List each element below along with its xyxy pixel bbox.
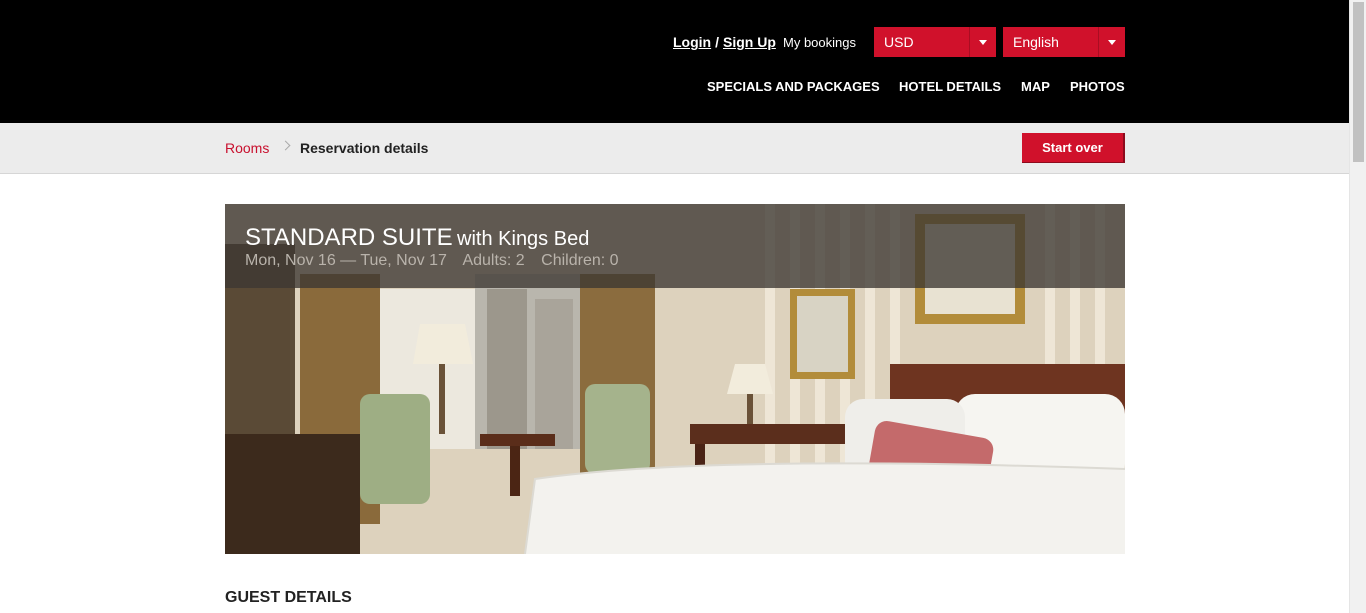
room-title: STANDARD SUITE with Kings Bed — [245, 224, 589, 252]
breadcrumb-current: Reservation details — [300, 140, 429, 156]
scrollbar-thumb[interactable] — [1353, 2, 1364, 162]
top-header: Login / Sign Up My bookings USD English SP… — [0, 0, 1349, 123]
nav-photos[interactable]: PHOTOS — [1070, 79, 1125, 94]
room-children: Children: 0 — [541, 252, 619, 269]
currency-select[interactable]: USD — [874, 27, 996, 57]
language-value: English — [1013, 34, 1059, 50]
breadcrumb-rooms-link[interactable]: Rooms — [225, 140, 269, 156]
room-meta: Mon, Nov 16 — Tue, Nov 17 Adults: 2 Chil… — [245, 252, 631, 270]
signup-link[interactable]: Sign Up — [723, 34, 776, 50]
auth-links: Login / Sign Up — [673, 34, 776, 50]
currency-value: USD — [884, 34, 914, 50]
room-bed-type: with Kings Bed — [457, 228, 590, 250]
chevron-down-icon — [1098, 27, 1125, 57]
nav-map[interactable]: MAP — [1021, 79, 1050, 94]
language-select[interactable]: English — [1003, 27, 1125, 57]
room-info-overlay: STANDARD SUITE with Kings Bed Mon, Nov 1… — [225, 204, 1125, 288]
my-bookings-link[interactable]: My bookings — [783, 35, 856, 50]
room-hero: STANDARD SUITE with Kings Bed Mon, Nov 1… — [225, 204, 1125, 554]
breadcrumb: Rooms Reservation details Start over — [0, 123, 1349, 174]
start-over-button[interactable]: Start over — [1022, 133, 1125, 163]
auth-separator: / — [715, 34, 719, 50]
chevron-right-icon — [280, 140, 291, 151]
scrollbar[interactable] — [1349, 0, 1366, 613]
chevron-down-icon — [969, 27, 996, 57]
login-link[interactable]: Login — [673, 34, 711, 50]
nav-specials-packages[interactable]: SPECIALS AND PACKAGES — [707, 79, 880, 94]
nav-hotel-details[interactable]: HOTEL DETAILS — [899, 79, 1001, 94]
guest-details-heading: GUEST DETAILS — [225, 589, 352, 606]
room-adults: Adults: 2 — [462, 252, 525, 269]
room-name: STANDARD SUITE — [245, 224, 453, 251]
room-dates: Mon, Nov 16 — Tue, Nov 17 — [245, 252, 447, 269]
